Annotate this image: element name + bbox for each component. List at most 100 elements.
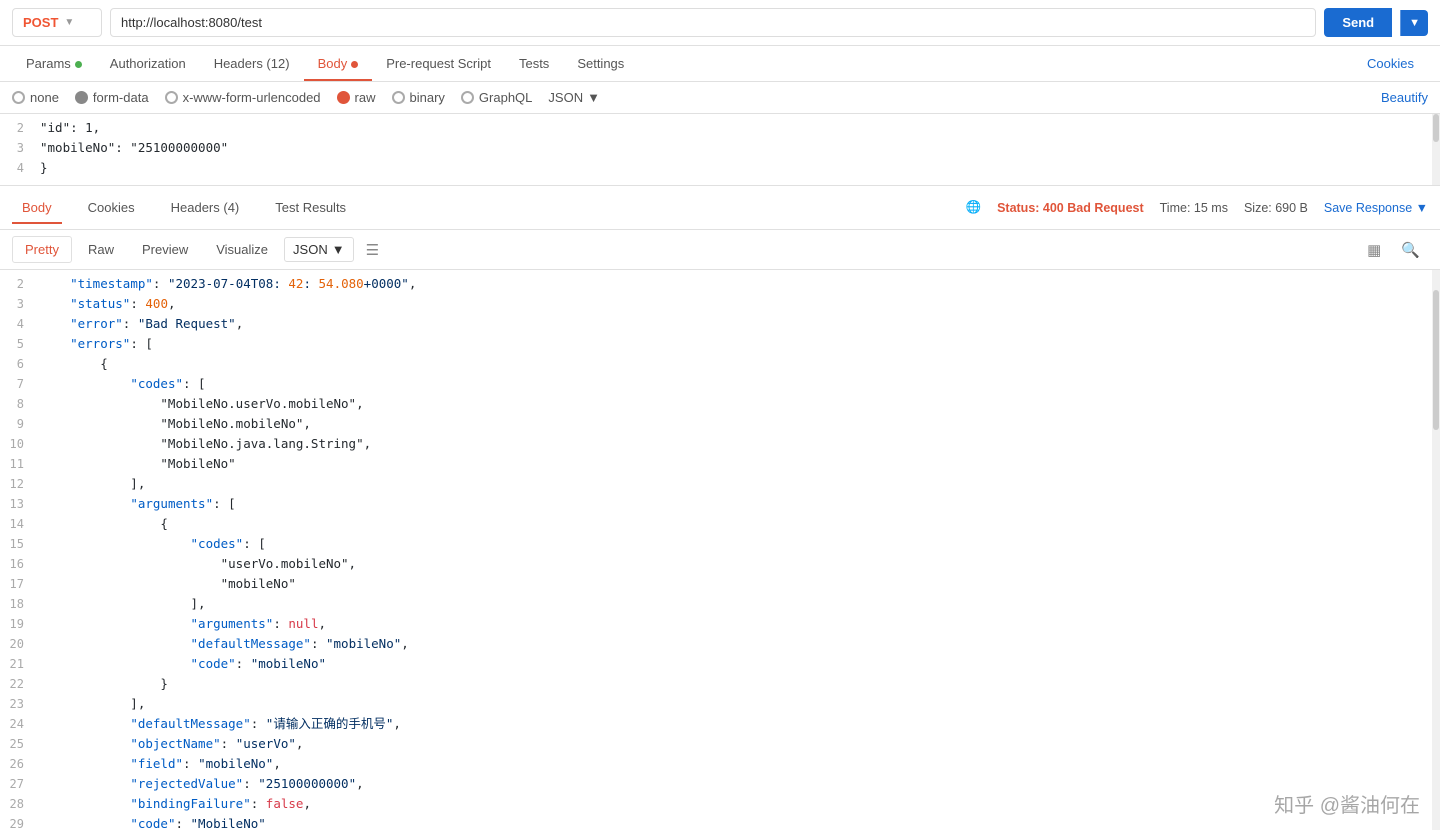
- line-number: 23: [0, 695, 40, 714]
- line-content: ],: [40, 594, 1440, 613]
- resp-code-line: 23 ],: [0, 694, 1440, 714]
- line-content: "defaultMessage": "mobileNo",: [40, 634, 1440, 653]
- line-content: "field": "mobileNo",: [40, 754, 1440, 773]
- line-number: 24: [0, 715, 40, 734]
- line-content: "defaultMessage": "请输入正确的手机号",: [40, 714, 1440, 733]
- line-content: "MobileNo.java.lang.String",: [40, 434, 1440, 453]
- line-number: 9: [0, 415, 40, 434]
- resp-code-line: 22 }: [0, 674, 1440, 694]
- radio-graphql-label: GraphQL: [479, 90, 532, 105]
- req-code-line: 4}: [0, 158, 1440, 178]
- resp-code-line: 3 "status": 400,: [0, 294, 1440, 314]
- line-number: 17: [0, 575, 40, 594]
- line-content: {: [40, 514, 1440, 533]
- line-content: }: [40, 158, 1440, 177]
- resp-code-line: 24 "defaultMessage": "请输入正确的手机号",: [0, 714, 1440, 734]
- response-json-area: 2 "timestamp": "2023-07-04T08: 42: 54.08…: [0, 270, 1440, 830]
- line-number: 25: [0, 735, 40, 754]
- response-size: Size: 690 B: [1244, 201, 1308, 215]
- method-select[interactable]: POST ▼: [12, 8, 102, 37]
- pretty-tab-pretty[interactable]: Pretty: [12, 236, 72, 263]
- line-number: 19: [0, 615, 40, 634]
- json-format-select[interactable]: JSON ▼: [548, 90, 600, 105]
- line-content: "bindingFailure": false,: [40, 794, 1440, 813]
- status-badge: Status: 400 Bad Request: [997, 201, 1144, 215]
- resp-code-line: 28 "bindingFailure": false,: [0, 794, 1440, 814]
- resp-code-line: 10 "MobileNo.java.lang.String",: [0, 434, 1440, 454]
- pretty-tab-visualize[interactable]: Visualize: [204, 237, 280, 262]
- filter-icon[interactable]: ☰: [366, 241, 379, 259]
- resp-code-line: 4 "error": "Bad Request",: [0, 314, 1440, 334]
- tab-tests[interactable]: Tests: [505, 46, 563, 81]
- line-content: "error": "Bad Request",: [40, 314, 1440, 333]
- resp-code-line: 18 ],: [0, 594, 1440, 614]
- body-type-row: none form-data x-www-form-urlencoded raw…: [0, 82, 1440, 114]
- resp-code-line: 2 "timestamp": "2023-07-04T08: 42: 54.08…: [0, 274, 1440, 294]
- line-content: "codes": [: [40, 534, 1440, 553]
- line-number: 21: [0, 655, 40, 674]
- line-content: "arguments": [: [40, 494, 1440, 513]
- resp-format-select[interactable]: JSON ▼: [284, 237, 354, 262]
- line-number: 11: [0, 455, 40, 474]
- resp-tab-test-results[interactable]: Test Results: [265, 192, 356, 223]
- resp-scrollbar[interactable]: [1432, 270, 1440, 830]
- url-input[interactable]: [110, 8, 1316, 37]
- tab-body[interactable]: Body: [304, 46, 373, 81]
- radio-raw-circle: [337, 91, 350, 104]
- resp-code-line: 15 "codes": [: [0, 534, 1440, 554]
- req-scrollbar[interactable]: [1432, 114, 1440, 185]
- send-dropdown-button[interactable]: ▼: [1400, 10, 1428, 36]
- line-number: 6: [0, 355, 40, 374]
- tab-authorization[interactable]: Authorization: [96, 46, 200, 81]
- line-content: ],: [40, 474, 1440, 493]
- line-number: 3: [0, 139, 40, 158]
- copy-icon[interactable]: ▦: [1359, 237, 1389, 263]
- radio-urlencoded-label: x-www-form-urlencoded: [183, 90, 321, 105]
- radio-graphql[interactable]: GraphQL: [461, 90, 532, 105]
- line-content: "MobileNo.mobileNo",: [40, 414, 1440, 433]
- req-scrollbar-thumb: [1433, 114, 1439, 142]
- line-number: 7: [0, 375, 40, 394]
- send-button[interactable]: Send: [1324, 8, 1392, 37]
- line-number: 28: [0, 795, 40, 814]
- response-header: Body Cookies Headers (4) Test Results 🌐 …: [0, 186, 1440, 230]
- resp-code-line: 12 ],: [0, 474, 1440, 494]
- radio-form-data[interactable]: form-data: [75, 90, 149, 105]
- line-number: 8: [0, 395, 40, 414]
- line-content: "userVo.mobileNo",: [40, 554, 1440, 573]
- line-content: "MobileNo.userVo.mobileNo",: [40, 394, 1440, 413]
- line-content: "mobileNo": "25100000000": [40, 138, 1440, 157]
- radio-form-data-circle: [75, 91, 88, 104]
- radio-none[interactable]: none: [12, 90, 59, 105]
- line-content: "MobileNo": [40, 454, 1440, 473]
- line-number: 2: [0, 119, 40, 138]
- resp-format-arrow-icon: ▼: [332, 242, 345, 257]
- line-content: "timestamp": "2023-07-04T08: 42: 54.080+…: [40, 274, 1440, 293]
- request-code-area[interactable]: 2"id": 1,3"mobileNo": "25100000000"4}: [0, 114, 1440, 182]
- tab-headers[interactable]: Headers (12): [200, 46, 304, 81]
- resp-tab-cookies[interactable]: Cookies: [78, 192, 145, 223]
- tab-pre-request-script[interactable]: Pre-request Script: [372, 46, 505, 81]
- line-number: 22: [0, 675, 40, 694]
- search-icon[interactable]: 🔍: [1393, 237, 1428, 263]
- save-response-button[interactable]: Save Response ▼: [1324, 201, 1428, 215]
- radio-urlencoded[interactable]: x-www-form-urlencoded: [165, 90, 321, 105]
- tab-params[interactable]: Params: [12, 46, 96, 81]
- tab-settings[interactable]: Settings: [563, 46, 638, 81]
- request-body-editor: 2"id": 1,3"mobileNo": "25100000000"4}: [0, 114, 1440, 186]
- beautify-button[interactable]: Beautify: [1381, 90, 1428, 105]
- resp-code-line: 25 "objectName": "userVo",: [0, 734, 1440, 754]
- radio-binary[interactable]: binary: [392, 90, 445, 105]
- resp-tab-headers[interactable]: Headers (4): [161, 192, 250, 223]
- cookies-link[interactable]: Cookies: [1353, 46, 1428, 81]
- line-number: 12: [0, 475, 40, 494]
- resp-format-label: JSON: [293, 242, 328, 257]
- resp-tab-body[interactable]: Body: [12, 192, 62, 223]
- line-content: {: [40, 354, 1440, 373]
- pretty-tabs-row: Pretty Raw Preview Visualize JSON ▼ ☰ ▦ …: [0, 230, 1440, 270]
- radio-raw[interactable]: raw: [337, 90, 376, 105]
- pretty-tab-raw[interactable]: Raw: [76, 237, 126, 262]
- pretty-tab-preview[interactable]: Preview: [130, 237, 200, 262]
- resp-code-line: 11 "MobileNo": [0, 454, 1440, 474]
- line-content: "objectName": "userVo",: [40, 734, 1440, 753]
